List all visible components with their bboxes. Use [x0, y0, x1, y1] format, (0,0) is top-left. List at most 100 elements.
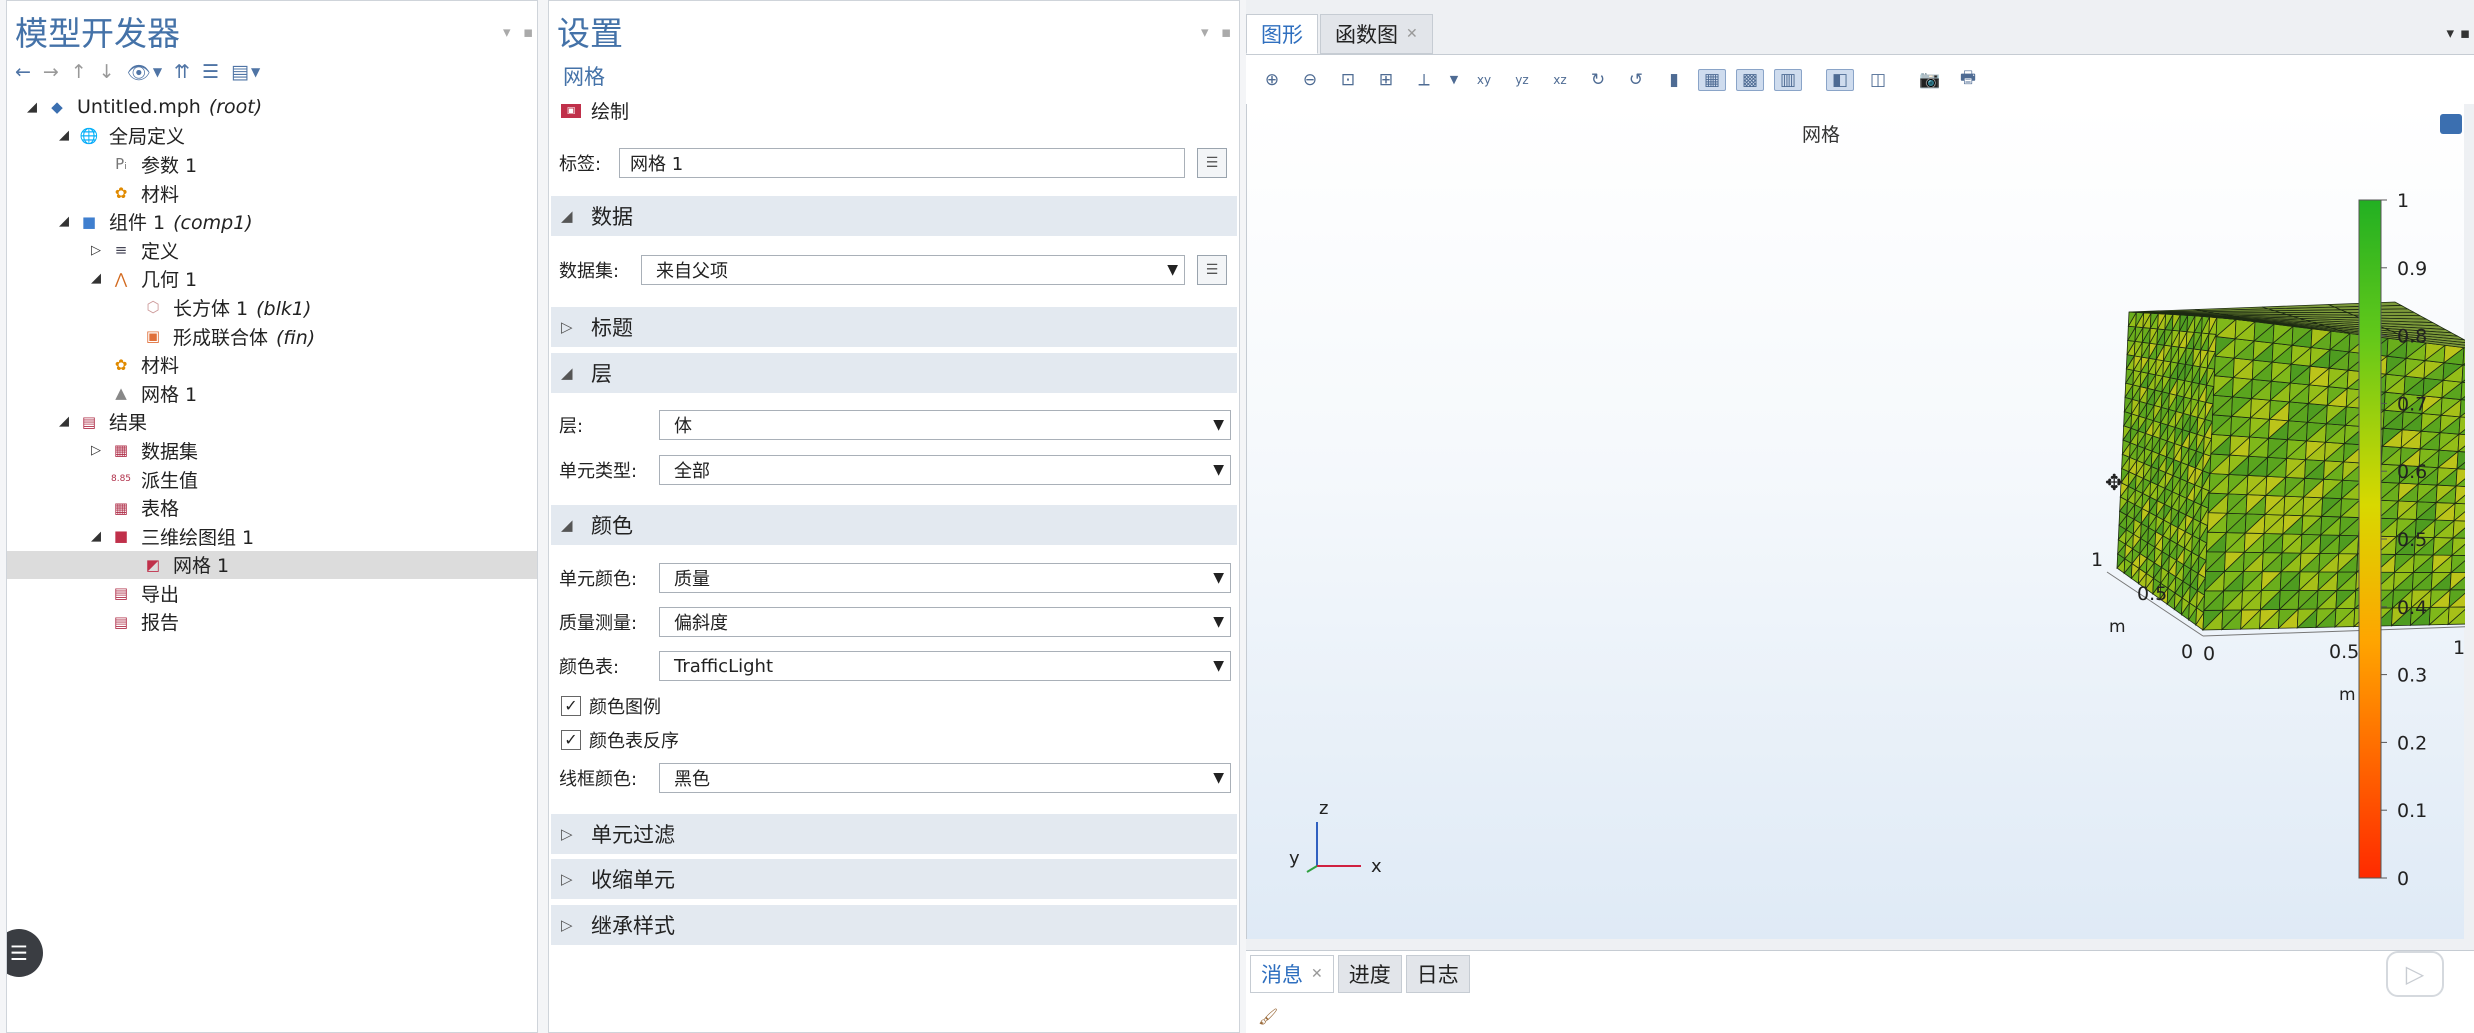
camera-icon[interactable]: 📷 — [1916, 70, 1944, 90]
light-icon[interactable]: ▮ — [1660, 70, 1688, 90]
tree-item[interactable]: ◢ ■ 三维绘图组 1 — [7, 522, 537, 551]
tree-item[interactable]: 8.85 派生值 — [7, 465, 537, 494]
collapse-all-icon[interactable]: ⇈ — [174, 61, 190, 83]
tree-item[interactable]: ◢ ▤ 结果 — [7, 408, 537, 437]
colortable-select[interactable]: TrafficLight ▼ — [659, 651, 1231, 681]
expand-triangle-icon[interactable]: ▷ — [89, 443, 103, 458]
go-to-view-icon[interactable]: ⟂ — [1410, 70, 1438, 90]
collapse-triangle-icon[interactable]: ◢ — [25, 100, 39, 115]
mesh-plot[interactable]: 10.5m000.51m10.50m✥zxy10.90.80.70.60.50.… — [1247, 104, 2465, 939]
collapse-triangle-icon[interactable]: ◢ — [57, 128, 71, 143]
tree-item[interactable]: ◢ 🌐 全局定义 — [7, 122, 537, 151]
tree-item[interactable]: ▲ 网格 1 — [7, 379, 537, 408]
graphics-canvas[interactable]: 网格 10.5m000.51m10.50m✥zxy10.90.80.70.60.… — [1246, 104, 2465, 939]
view-xy-icon[interactable]: xy — [1470, 73, 1498, 87]
down-arrow-icon[interactable]: ↓ — [99, 61, 115, 83]
colorbar-tick-label: 0.9 — [2397, 258, 2427, 280]
tree-item[interactable]: ◢ ■ 组件 1 (comp1) — [7, 207, 537, 236]
tree-item[interactable]: ▤ 导出 — [7, 579, 537, 608]
reset-view-icon[interactable]: ↺ — [1622, 70, 1650, 90]
section-title[interactable]: ▷ 标题 — [551, 307, 1237, 347]
forward-arrow-icon[interactable]: → — [43, 61, 59, 83]
view-dropdown-icon[interactable]: ▼ — [1448, 73, 1460, 86]
tree-item-label: 导出 — [141, 583, 180, 606]
pin-icon[interactable]: ▪ — [523, 23, 533, 41]
expand-all-icon[interactable]: ☰ — [202, 61, 219, 83]
collapse-triangle-icon[interactable]: ◢ — [57, 414, 71, 429]
tree-item[interactable]: ▷ ≡ 定义 — [7, 236, 537, 265]
section-color[interactable]: ◢ 颜色 — [551, 505, 1237, 545]
show-legend-icon[interactable]: ◧ — [1826, 68, 1854, 91]
toc-icon[interactable]: ☰ — [7, 929, 43, 977]
list-view-icon[interactable]: ▤ — [231, 61, 249, 83]
tree-item[interactable]: ▷ ▦ 数据集 — [7, 436, 537, 465]
section-shrink-elements[interactable]: ▷ 收缩单元 — [551, 859, 1237, 899]
tree-item[interactable]: ✿ 材料 — [7, 350, 537, 379]
rotate-icon[interactable]: ↻ — [1584, 70, 1612, 90]
eye-icon[interactable]: 👁 — [127, 61, 151, 84]
quality-select[interactable]: 偏斜度 ▼ — [659, 607, 1231, 637]
pane-menu-icon[interactable]: ▾ — [503, 23, 511, 41]
layer-select[interactable]: 体 ▼ — [659, 410, 1231, 440]
tab-log[interactable]: 日志 — [1405, 955, 1470, 993]
pane-menu-icon[interactable]: ▾ — [1201, 23, 1209, 41]
zoom-in-icon[interactable]: ⊕ — [1258, 70, 1286, 90]
tab-messages[interactable]: 消息 ✕ — [1250, 955, 1334, 993]
element-color-select[interactable]: 质量 ▼ — [659, 563, 1231, 593]
expand-triangle-icon[interactable]: ▷ — [89, 243, 103, 258]
tree-item[interactable]: ◢ ◆ Untitled.mph (root) — [7, 93, 537, 122]
eye-dropdown-icon[interactable]: ▼ — [153, 65, 162, 79]
colorbar-tick-label: 0.6 — [2397, 461, 2427, 483]
zoom-out-icon[interactable]: ⊖ — [1296, 70, 1324, 90]
close-icon[interactable]: ✕ — [1406, 26, 1418, 42]
section-inherit-style[interactable]: ▷ 继承样式 — [551, 905, 1237, 945]
view-xz-icon[interactable]: xz — [1546, 73, 1574, 87]
expand-triangle-icon: ▷ — [561, 318, 573, 336]
view-yz-icon[interactable]: yz — [1508, 73, 1536, 87]
section-layer[interactable]: ◢ 层 — [551, 353, 1237, 393]
clear-messages-icon[interactable]: 🖌 — [1258, 1007, 1278, 1026]
print-icon[interactable]: 🖶 — [1954, 65, 1982, 94]
element-type-select[interactable]: 全部 ▼ — [659, 455, 1231, 485]
tree-item[interactable]: ▦ 表格 — [7, 493, 537, 522]
label-input[interactable]: 网格 1 — [619, 148, 1185, 178]
tree-item[interactable]: ▤ 报告 — [7, 608, 537, 637]
tab-graphics[interactable]: 图形 — [1246, 14, 1318, 54]
y-tick-label: 1 — [2091, 549, 2103, 571]
section-data[interactable]: ◢ 数据 — [551, 196, 1237, 236]
component-icon: ■ — [81, 212, 97, 231]
collapse-triangle-icon[interactable]: ◢ — [89, 271, 103, 286]
label-comment-button[interactable]: ☰ — [1197, 148, 1227, 178]
collapse-triangle-icon[interactable]: ◢ — [89, 529, 103, 544]
list-view-dropdown-icon[interactable]: ▼ — [251, 65, 260, 79]
tree-item[interactable]: ⬡ 长方体 1 (blk1) — [7, 293, 537, 322]
tree-item[interactable]: ✿ 材料 — [7, 179, 537, 208]
dataset-goto-button[interactable]: ☰ — [1197, 255, 1227, 285]
scene-light-icon[interactable]: ◫ — [1864, 70, 1892, 90]
reverse-colortable-checkbox[interactable]: ✓ 颜色表反序 — [561, 727, 679, 753]
pin-icon[interactable]: ▪ — [2460, 24, 2470, 42]
zoom-extents-icon[interactable]: ⊞ — [1372, 70, 1400, 90]
plot-button[interactable]: ▣ 绘制 — [561, 97, 629, 124]
zoom-box-icon[interactable]: ⊡ — [1334, 70, 1362, 90]
back-arrow-icon[interactable]: ← — [15, 61, 31, 83]
collapse-triangle-icon[interactable]: ◢ — [57, 214, 71, 229]
tree-item[interactable]: ▣ 形成联合体 (fin) — [7, 322, 537, 351]
section-element-filter[interactable]: ▷ 单元过滤 — [551, 814, 1237, 854]
tab-function-plot[interactable]: 函数图 ✕ — [1320, 14, 1433, 54]
grid-icon[interactable]: ▦ — [1698, 68, 1726, 91]
dataset-select[interactable]: 来自父项 ▼ — [641, 255, 1185, 285]
tree-item[interactable]: ◩ 网格 1 — [7, 550, 537, 580]
wireframe-color-select[interactable]: 黑色 ▼ — [659, 763, 1231, 793]
transparency-icon[interactable]: ▥ — [1774, 68, 1802, 91]
pane-menu-icon[interactable]: ▾ — [2446, 24, 2454, 42]
tab-progress[interactable]: 进度 — [1337, 955, 1402, 993]
up-arrow-icon[interactable]: ↑ — [71, 61, 87, 83]
tree-item[interactable]: ◢ ⋀ 几何 1 — [7, 265, 537, 294]
tree-item[interactable]: Pᵢ 参数 1 — [7, 150, 537, 179]
color-legend-checkbox[interactable]: ✓ 颜色图例 — [561, 693, 661, 719]
play-icon[interactable]: ▷ — [2386, 951, 2444, 997]
pin-icon[interactable]: ▪ — [1221, 23, 1231, 41]
close-icon[interactable]: ✕ — [1311, 966, 1323, 982]
wireframe-render-icon[interactable]: ▩ — [1736, 68, 1764, 91]
